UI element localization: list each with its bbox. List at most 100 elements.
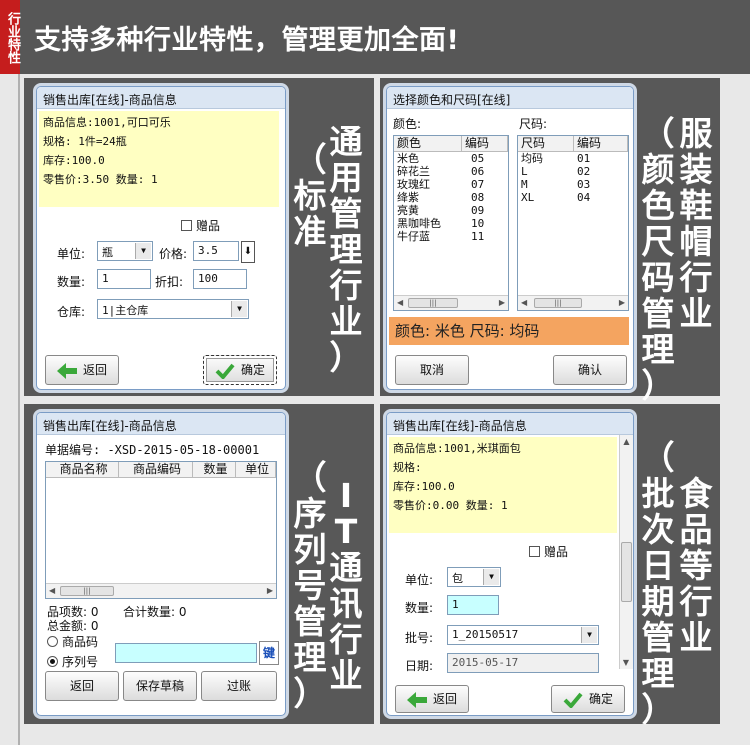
- radio-circle[interactable]: [47, 656, 58, 667]
- label-char: ）: [641, 690, 675, 729]
- label-char: 帽: [679, 222, 713, 261]
- list-item[interactable]: 黑咖啡色 10: [397, 217, 508, 230]
- col-header-color[interactable]: 颜色: [394, 136, 462, 151]
- radio-circle[interactable]: [47, 636, 58, 647]
- window-it: 销售出库[在线]-商品信息 单据编号: -XSD-2015-05-18-0000…: [36, 412, 286, 716]
- date-label: 日期:: [405, 659, 434, 673]
- warehouse-value: 1|主仓库: [102, 304, 149, 317]
- list-item-name: 亮黄: [397, 204, 419, 217]
- list-item[interactable]: L 02: [521, 165, 628, 178]
- list-item[interactable]: 均码 01: [521, 152, 628, 165]
- label-char: 理: [329, 230, 363, 269]
- doc-number: 单据编号: -XSD-2015-05-18-00001: [45, 443, 260, 457]
- radio-serial[interactable]: 序列号: [47, 653, 98, 670]
- confirm-button[interactable]: 确认: [553, 355, 627, 385]
- product-info-box: 商品信息:1001,可口可乐 规格: 1件=24瓶 库存:100.0 零售价:3…: [39, 111, 279, 207]
- info-line: 零售价:3.50 数量: 1: [43, 173, 158, 186]
- qty-input[interactable]: 1: [447, 595, 499, 615]
- back-button[interactable]: 返回: [45, 355, 119, 385]
- items-table[interactable]: 商品名称 商品编码 数量 单位 ◀ ||| ▶: [45, 461, 277, 599]
- label-char: 号: [293, 566, 327, 605]
- check-icon: [215, 363, 235, 379]
- radio-product-code[interactable]: 商品码: [47, 633, 98, 650]
- col-header-code[interactable]: 编码: [462, 136, 508, 151]
- list-item-name: 均码: [521, 152, 543, 165]
- col-header-code[interactable]: 商品编码: [119, 462, 193, 477]
- ok-button[interactable]: 确定: [551, 685, 625, 713]
- qty-label: 数量:: [405, 601, 434, 615]
- label-char: 序: [293, 494, 327, 533]
- col-header-unit[interactable]: 单位: [236, 462, 276, 477]
- unit-select[interactable]: 包 ▼: [447, 567, 501, 587]
- list-item[interactable]: 绛紫 08: [397, 191, 508, 204]
- label-char: 食: [679, 474, 713, 513]
- price-spin-icon[interactable]: ⬇: [241, 241, 255, 263]
- size-list[interactable]: 尺码 编码 均码 01 L 02 M 03 XL 04 ◀ ||| ▶: [517, 135, 629, 311]
- header-bar: 行业特性 支持多种行业特性，管理更加全面!: [0, 0, 750, 74]
- list-item[interactable]: 碎花兰 06: [397, 165, 508, 178]
- horizontal-scrollbar[interactable]: ◀ ||| ▶: [394, 295, 508, 310]
- horizontal-scrollbar[interactable]: ◀ ||| ▶: [518, 295, 628, 310]
- chevron-down-icon[interactable]: ▼: [483, 569, 499, 585]
- total-amount: 总金额: 0: [47, 619, 99, 633]
- col-header-name[interactable]: 商品名称: [46, 462, 120, 477]
- back-button[interactable]: 返回: [395, 685, 469, 713]
- list-item[interactable]: 亮黄 09: [397, 204, 508, 217]
- list-item-code: 01: [577, 152, 591, 165]
- label-char: 管: [641, 618, 675, 657]
- window-title: 销售出库[在线]-商品信息: [37, 413, 285, 435]
- save-draft-button[interactable]: 保存草稿: [123, 671, 197, 701]
- total-qty: 合计数量: 0: [123, 605, 187, 619]
- qty-value: 1: [102, 272, 109, 285]
- list-item[interactable]: XL 04: [521, 191, 628, 204]
- list-item[interactable]: 牛仔蓝 11: [397, 230, 508, 243]
- post-button[interactable]: 过账: [201, 671, 277, 701]
- col-header-code[interactable]: 编码: [574, 136, 628, 151]
- unit-label: 单位:: [57, 247, 86, 261]
- vertical-scrollbar[interactable]: ▲ ▼: [619, 435, 633, 669]
- chevron-down-icon[interactable]: ▼: [135, 243, 151, 259]
- qty-label: 数量:: [57, 275, 86, 289]
- discount-label: 折扣:: [155, 275, 184, 289]
- gift-checkbox[interactable]: 赠品: [181, 217, 220, 234]
- cancel-button[interactable]: 取消: [395, 355, 469, 385]
- chevron-down-icon[interactable]: ▼: [581, 627, 597, 643]
- list-item-code: 04: [577, 191, 591, 204]
- product-info-box: 商品信息:1001,米琪面包 规格: 库存:100.0 零售价:0.00 数量:…: [389, 437, 617, 533]
- col-header-qty[interactable]: 数量: [193, 462, 237, 477]
- warehouse-select[interactable]: 1|主仓库 ▼: [97, 299, 249, 319]
- scan-input[interactable]: [115, 643, 257, 663]
- horizontal-scrollbar[interactable]: ◀ ||| ▶: [46, 583, 276, 598]
- page-title: 支持多种行业特性，管理更加全面!: [34, 25, 460, 56]
- label-char: 理: [293, 638, 327, 677]
- price-input[interactable]: 3.5: [193, 241, 239, 261]
- qty-input[interactable]: 1: [97, 269, 151, 289]
- list-item[interactable]: 玫瑰红 07: [397, 178, 508, 191]
- checkbox-box[interactable]: [529, 546, 540, 557]
- checkbox-box[interactable]: [181, 220, 192, 231]
- unit-select[interactable]: 瓶 ▼: [97, 241, 153, 261]
- discount-input[interactable]: 100: [193, 269, 247, 289]
- label-it-col2: IT通讯行业: [328, 478, 364, 694]
- list-item-name: M: [521, 178, 528, 191]
- keyboard-button[interactable]: 键: [259, 641, 279, 665]
- label-char: 行: [329, 266, 363, 305]
- label-char: （: [293, 140, 327, 179]
- list-item-code: 09: [471, 204, 485, 217]
- label-char: I: [339, 476, 353, 515]
- list-item[interactable]: 米色 05: [397, 152, 508, 165]
- date-input[interactable]: 2015-05-17: [447, 653, 599, 673]
- color-list[interactable]: 颜色 编码 米色 05 碎花兰 06 玫瑰红 07 绛紫 08 亮黄 09 黑咖啡色 10 牛仔蓝 11 ◀…: [393, 135, 509, 311]
- col-header-size[interactable]: 尺码: [518, 136, 574, 151]
- gift-checkbox[interactable]: 赠品: [529, 543, 568, 560]
- label-char: 日: [641, 546, 675, 585]
- batch-select[interactable]: 1_20150517 ▼: [447, 625, 599, 645]
- list-item-name: 玫瑰红: [397, 178, 430, 191]
- list-item-name: 米色: [397, 152, 419, 165]
- list-item[interactable]: M 03: [521, 178, 628, 191]
- radio-label: 商品码: [62, 635, 99, 649]
- chevron-down-icon[interactable]: ▼: [231, 301, 247, 317]
- label-char: 行: [679, 582, 713, 621]
- ok-button[interactable]: 确定: [203, 355, 277, 385]
- back-button[interactable]: 返回: [45, 671, 119, 701]
